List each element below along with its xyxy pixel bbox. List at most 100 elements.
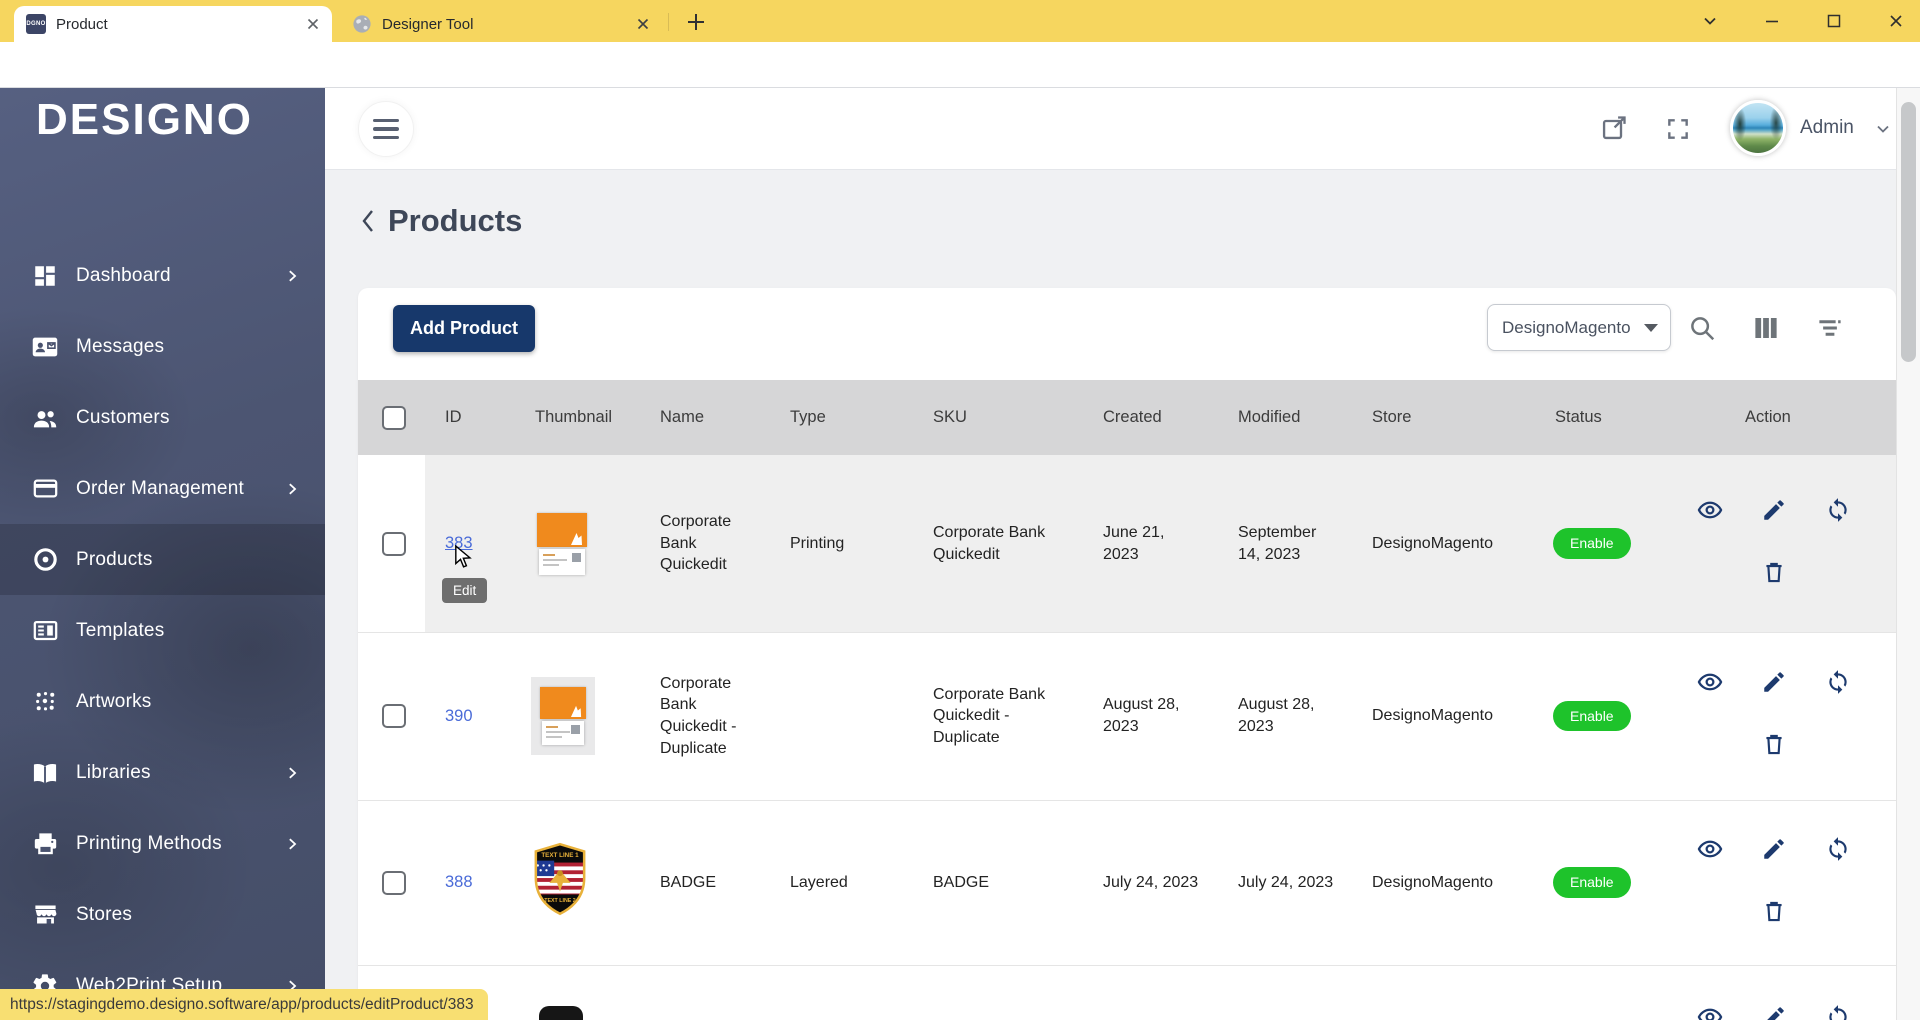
new-tab-button[interactable]: [682, 8, 710, 36]
hamburger-menu-icon[interactable]: [358, 101, 414, 157]
column-header-created[interactable]: Created: [1085, 408, 1220, 427]
store-filter-value: DesignoMagento: [1502, 318, 1644, 338]
dgno-favicon: DGNO: [26, 14, 46, 34]
edit-pencil-icon[interactable]: [1761, 669, 1787, 695]
column-header-store[interactable]: Store: [1360, 408, 1545, 427]
product-modified: July 24, 2023: [1220, 872, 1360, 894]
product-name: BADGE: [640, 872, 775, 894]
status-badge[interactable]: Enable: [1553, 867, 1631, 898]
view-eye-icon[interactable]: [1697, 836, 1723, 862]
sidebar-item-customers[interactable]: Customers: [0, 382, 325, 453]
column-header-status[interactable]: Status: [1545, 408, 1695, 427]
product-sku: Corporate Bank Quickedit: [915, 522, 1085, 565]
filter-icon[interactable]: [1815, 313, 1847, 345]
product-id-link[interactable]: 388: [445, 873, 473, 891]
table-row: 388 TEXT LINE 1: [358, 800, 1896, 965]
tab-separator: [668, 13, 669, 31]
view-eye-icon[interactable]: [1697, 497, 1723, 523]
sidebar-item-libraries[interactable]: Libraries: [0, 737, 325, 808]
edit-pencil-icon[interactable]: [1761, 1004, 1787, 1020]
product-thumbnail[interactable]: TEXT LINE 1 TEXT LINE 2: [515, 841, 640, 924]
edit-tooltip: Edit: [442, 578, 487, 603]
sidebar-item-artworks[interactable]: Artworks: [0, 666, 325, 737]
search-icon[interactable]: [1687, 313, 1719, 345]
add-product-button[interactable]: Add Product: [393, 305, 535, 352]
page-title: Products: [388, 203, 522, 239]
product-created: July 24, 2023: [1085, 872, 1220, 894]
edit-pencil-icon[interactable]: [1761, 497, 1787, 523]
product-created: August 28, 2023: [1085, 694, 1220, 737]
sync-icon[interactable]: [1825, 836, 1851, 862]
column-header-name[interactable]: Name: [640, 408, 775, 427]
select-all-checkbox[interactable]: [382, 406, 406, 430]
minimize-window-icon[interactable]: [1760, 9, 1784, 33]
delete-trash-icon[interactable]: [1761, 559, 1787, 585]
sync-icon[interactable]: [1825, 669, 1851, 695]
column-header-id[interactable]: ID: [425, 408, 515, 427]
product-type: Layered: [775, 872, 915, 894]
column-header-sku[interactable]: SKU: [915, 408, 1085, 427]
delete-trash-icon[interactable]: [1761, 731, 1787, 757]
user-avatar[interactable]: [1730, 100, 1786, 156]
view-eye-icon[interactable]: [1697, 1004, 1723, 1020]
sync-icon[interactable]: [1825, 497, 1851, 523]
column-header-thumbnail[interactable]: Thumbnail: [515, 408, 640, 427]
dashboard-icon: [30, 266, 60, 291]
sidebar-item-templates[interactable]: Templates: [0, 595, 325, 666]
scrollbar-thumb[interactable]: [1901, 102, 1916, 362]
product-thumbnail[interactable]: [515, 677, 640, 755]
tab-product[interactable]: DGNO Product: [14, 6, 332, 42]
product-type: Printing: [775, 533, 915, 555]
close-window-icon[interactable]: [1884, 9, 1908, 33]
row-checkbox[interactable]: [382, 532, 406, 556]
sidebar-item-order-management[interactable]: Order Management: [0, 453, 325, 524]
app-header: Admin: [325, 88, 1920, 170]
templates-icon: [30, 616, 60, 646]
row-checkbox[interactable]: [382, 871, 406, 895]
product-thumbnail[interactable]: [515, 513, 640, 575]
tab-designer-tool[interactable]: Designer Tool: [340, 6, 662, 42]
fullscreen-icon[interactable]: [1665, 116, 1695, 146]
tab-search-icon[interactable]: [1698, 9, 1722, 33]
sidebar-item-stores[interactable]: Stores: [0, 879, 325, 950]
chevron-right-icon: [285, 269, 299, 283]
view-eye-icon[interactable]: [1697, 669, 1723, 695]
sidebar-item-dashboard[interactable]: Dashboard: [0, 266, 325, 311]
store-filter-select[interactable]: DesignoMagento: [1487, 304, 1671, 351]
chevron-down-icon[interactable]: [1875, 121, 1891, 142]
printing-methods-icon: [30, 829, 60, 859]
globe-favicon: [352, 14, 372, 34]
status-badge[interactable]: Enable: [1553, 528, 1631, 559]
product-store: DesignoMagento: [1360, 533, 1545, 555]
product-thumbnail[interactable]: [539, 1006, 583, 1020]
sidebar-item-printing-methods[interactable]: Printing Methods: [0, 808, 325, 879]
column-header-type[interactable]: Type: [775, 408, 915, 427]
customers-icon: [30, 403, 60, 433]
sidebar: DESIGNO Dashboard Messages Custome: [0, 88, 325, 1020]
column-header-action[interactable]: Action: [1695, 408, 1896, 427]
sidebar-item-products[interactable]: Products: [0, 524, 325, 595]
chevron-right-icon: [285, 482, 299, 496]
back-chevron-icon[interactable]: [360, 207, 376, 235]
delete-trash-icon[interactable]: [1761, 898, 1787, 924]
column-header-modified[interactable]: Modified: [1220, 408, 1360, 427]
page-scrollbar: [1896, 88, 1920, 1020]
table-row: 383 Corporate Bank Quickedit Printing Co…: [358, 455, 1896, 632]
status-badge[interactable]: Enable: [1553, 701, 1631, 732]
product-sku: BADGE: [915, 872, 1085, 894]
close-tab-icon[interactable]: [634, 15, 652, 33]
product-sku: Corporate Bank Quickedit - Duplicate: [915, 684, 1085, 749]
open-in-new-icon[interactable]: [1600, 114, 1630, 144]
row-checkbox[interactable]: [382, 704, 406, 728]
sidebar-item-messages[interactable]: Messages: [0, 311, 325, 382]
sync-icon[interactable]: [1825, 1004, 1851, 1020]
row-actions: [1695, 800, 1896, 965]
user-name[interactable]: Admin: [1800, 117, 1854, 139]
maximize-window-icon[interactable]: [1822, 9, 1846, 33]
chevron-right-icon: [285, 837, 299, 851]
columns-icon[interactable]: [1751, 313, 1783, 345]
edit-pencil-icon[interactable]: [1761, 836, 1787, 862]
product-id-link[interactable]: 390: [445, 707, 473, 725]
close-tab-icon[interactable]: [304, 15, 322, 33]
product-store: DesignoMagento: [1360, 705, 1545, 727]
